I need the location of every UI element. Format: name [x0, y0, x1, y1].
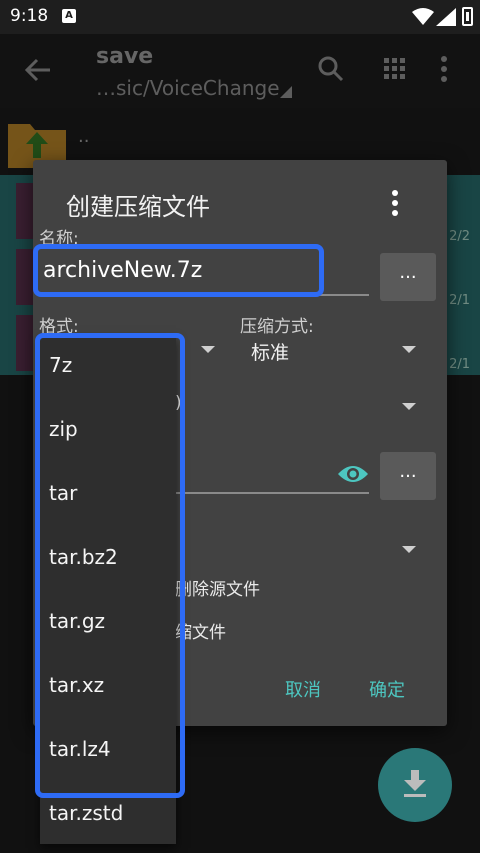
dialog-title: 创建压缩文件: [66, 193, 210, 221]
compression-method-label: 压缩方式:: [240, 317, 314, 337]
browse-button[interactable]: ...: [380, 253, 436, 301]
delete-source-option[interactable]: 删除源文件: [175, 575, 260, 600]
battery-icon: [462, 7, 473, 26]
wifi-icon: [412, 8, 434, 25]
extract-fab[interactable]: [378, 748, 452, 822]
signal-icon: [436, 8, 456, 26]
level-dropdown-icon[interactable]: [402, 403, 416, 410]
compression-method-value[interactable]: 标准: [251, 338, 289, 365]
password-options-button[interactable]: ...: [380, 452, 436, 500]
status-time: 9:18: [10, 6, 49, 26]
volume-dropdown-icon[interactable]: [402, 546, 416, 553]
dropdown-highlight: [35, 333, 185, 798]
cancel-button[interactable]: 取消: [285, 676, 321, 702]
ok-button[interactable]: 确定: [369, 676, 405, 702]
name-field-highlight: [33, 244, 324, 297]
format-option-tar-zstd[interactable]: tar.zstd: [49, 801, 123, 825]
dialog-more-icon[interactable]: [391, 190, 399, 216]
status-bar: 9:18 A: [0, 0, 480, 34]
password-field[interactable]: [175, 492, 369, 494]
eye-icon[interactable]: [337, 462, 369, 486]
notification-icon: A: [62, 9, 76, 23]
method-dropdown-icon[interactable]: [402, 346, 416, 353]
download-icon: [404, 770, 426, 797]
format-dropdown-icon[interactable]: [201, 346, 215, 353]
